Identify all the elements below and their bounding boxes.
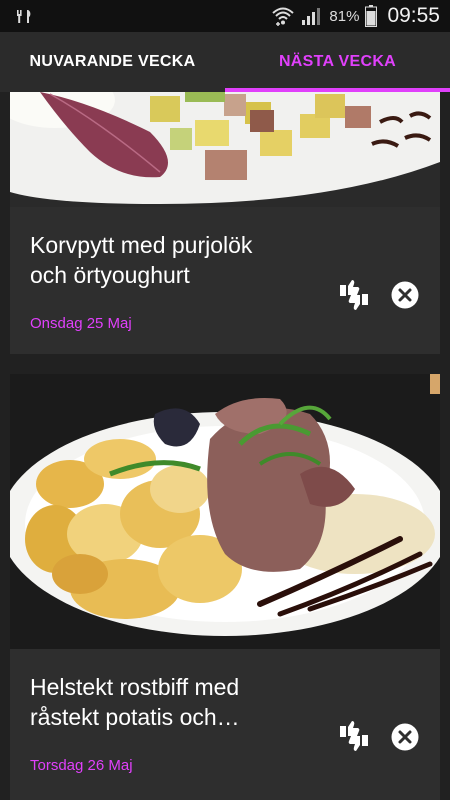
meal-title: Helstekt rostbiff med råstekt potatis oc…	[30, 674, 240, 730]
meal-date: Onsdag 25 Maj	[30, 315, 132, 332]
meal-photo	[10, 374, 440, 649]
signal-icon	[302, 8, 321, 25]
tab-next-week[interactable]: NÄSTA VECKA	[225, 32, 450, 92]
close-circle-icon[interactable]	[391, 723, 419, 751]
tab-current-week[interactable]: NUVARANDE VECKA	[0, 32, 225, 92]
meal-date: Torsdag 26 Maj	[30, 757, 133, 774]
week-tabs: NUVARANDE VECKA NÄSTA VECKA	[0, 32, 450, 92]
meal-card[interactable]: Korvpytt med purjolök och örtyoughurt On…	[10, 92, 440, 354]
meal-card[interactable]: Helstekt rostbiff med råstekt potatis oc…	[10, 374, 440, 800]
clock: 09:55	[387, 4, 440, 27]
meal-photo	[10, 92, 440, 207]
battery-percent: 81%	[329, 7, 360, 25]
thumbs-up-down-icon[interactable]	[337, 719, 371, 753]
meal-title: Korvpytt med purjolök och örtyoughurt	[30, 232, 253, 288]
close-circle-icon[interactable]	[391, 281, 419, 309]
status-bar: 81% 09:55	[0, 0, 450, 32]
thumbs-up-down-icon[interactable]	[337, 278, 371, 312]
notification-utensils-icon	[17, 10, 31, 23]
wifi-icon	[272, 7, 295, 26]
battery-icon	[365, 5, 378, 27]
meal-list[interactable]: Korvpytt med purjolök och örtyoughurt On…	[0, 92, 450, 800]
